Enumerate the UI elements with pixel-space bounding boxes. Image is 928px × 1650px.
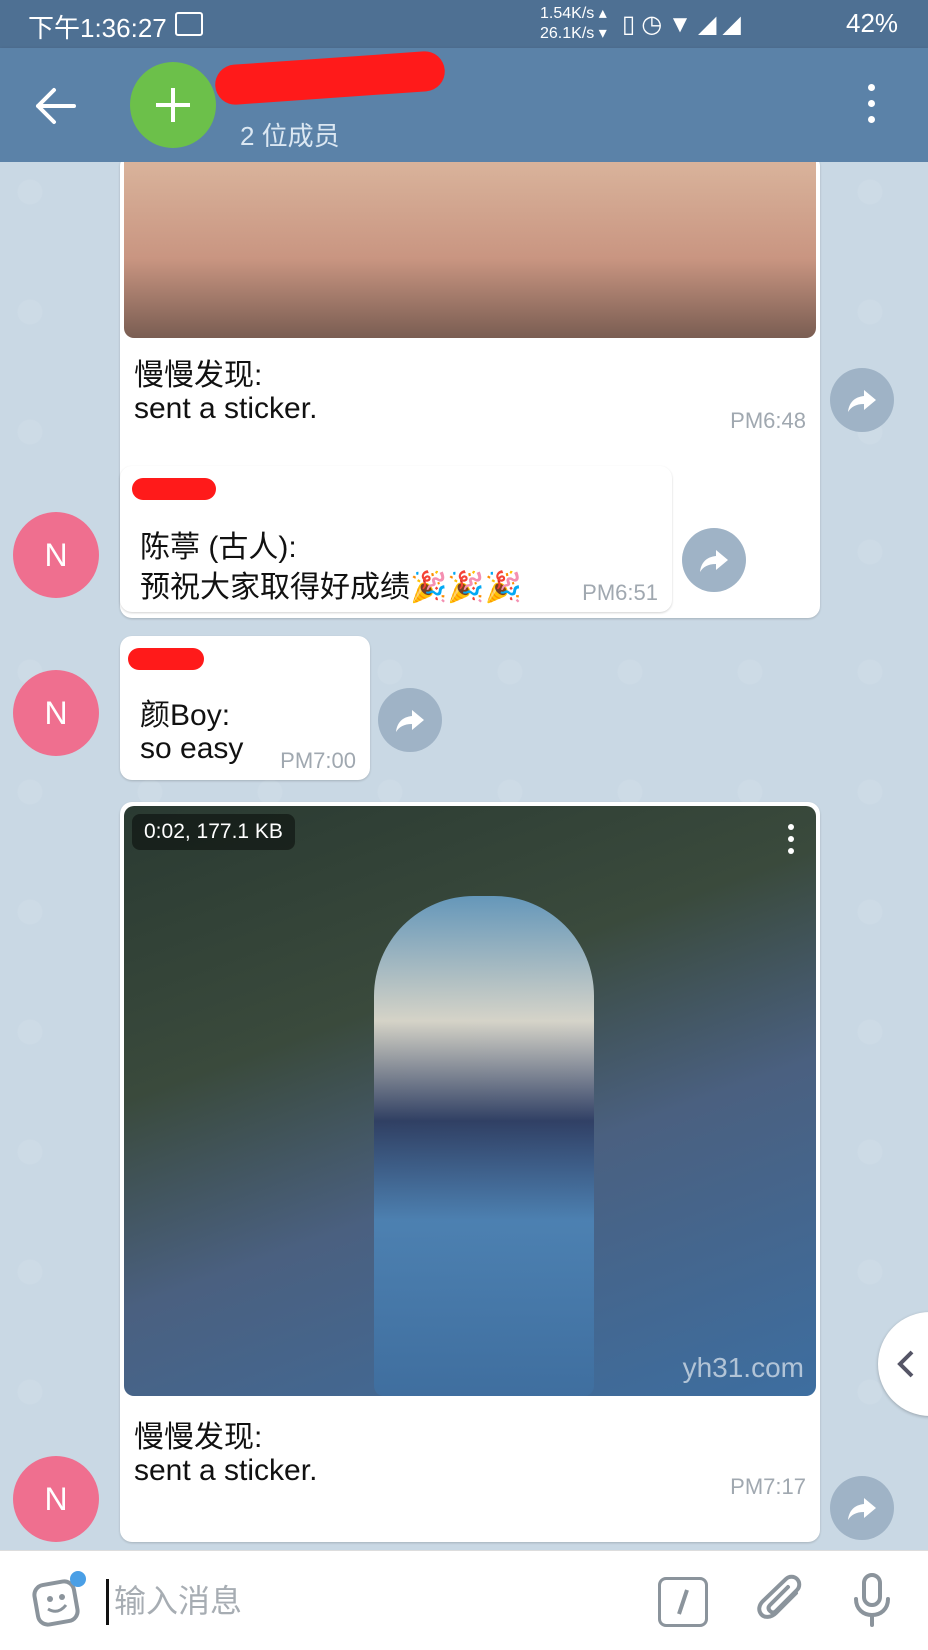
message-sender: 颜Boy: xyxy=(140,699,231,732)
avatar[interactable]: N xyxy=(13,512,99,598)
forward-button[interactable] xyxy=(830,368,894,432)
dot-icon xyxy=(788,848,794,854)
signal-icon: ◢◢ xyxy=(697,11,747,38)
dot-icon xyxy=(788,836,794,842)
system-icons: ▯◷▼◢◢ xyxy=(622,10,747,39)
watermark: yh31.com xyxy=(682,1352,804,1383)
message-sender: 慢慢发现: xyxy=(134,359,263,392)
video-sticker[interactable]: 0:02, 177.1 KB yh31.com xyxy=(124,806,816,1396)
message-time: PM6:48 xyxy=(730,408,806,433)
video-content xyxy=(374,896,594,1396)
message-time: PM7:17 xyxy=(730,1474,806,1499)
group-avatar[interactable] xyxy=(130,62,216,148)
share-icon xyxy=(848,390,876,412)
network-speed: 1.54K/s ▴ 26.1K/s ▾ xyxy=(540,4,607,44)
share-icon xyxy=(396,710,424,732)
video-info-badge: 0:02, 177.1 KB xyxy=(132,814,295,850)
gallery-icon xyxy=(175,12,203,36)
dot-icon xyxy=(868,116,875,123)
net-up: 1.54K/s ▴ xyxy=(540,5,607,22)
redaction-mark xyxy=(132,478,216,500)
chevron-left-icon xyxy=(897,1350,914,1378)
message-text: sent a sticker. xyxy=(134,392,318,425)
message-text: sent a sticker. xyxy=(134,1454,318,1487)
video-menu-button[interactable] xyxy=(788,824,796,860)
forward-button[interactable] xyxy=(378,688,442,752)
slash-command-icon xyxy=(677,1589,689,1615)
message-sender: 陈葶 (古人): xyxy=(140,531,297,564)
status-bar: 下午1:36:27 1.54K/s ▴ 26.1K/s ▾ ▯◷▼◢◢ 42% xyxy=(0,0,928,48)
message-text: so easy xyxy=(140,732,244,765)
overflow-menu-button[interactable] xyxy=(868,84,878,128)
attach-button[interactable] xyxy=(756,1573,808,1634)
voice-record-button[interactable] xyxy=(852,1571,892,1634)
bot-command-button[interactable] xyxy=(658,1577,708,1627)
sticker-button[interactable] xyxy=(32,1571,86,1627)
forward-button[interactable] xyxy=(830,1476,894,1540)
message-bubble[interactable]: 颜Boy: so easy PM7:00 xyxy=(120,636,370,780)
back-button[interactable] xyxy=(34,86,78,126)
redaction-mark xyxy=(213,50,447,106)
notification-dot xyxy=(70,1571,86,1587)
battery-level: 42% xyxy=(846,8,899,38)
dot-icon xyxy=(868,84,875,91)
avatar[interactable]: N xyxy=(13,1456,99,1542)
vibrate-icon: ▯ xyxy=(622,11,642,38)
paperclip-icon xyxy=(757,1574,802,1619)
message-time: PM6:51 xyxy=(582,580,658,605)
forward-button[interactable] xyxy=(682,528,746,592)
message-time: PM7:00 xyxy=(280,748,356,773)
microphone-icon xyxy=(854,1573,890,1627)
share-icon xyxy=(700,550,728,572)
share-icon xyxy=(848,1498,876,1520)
member-count: 2 位成员 xyxy=(240,121,340,151)
dot-icon xyxy=(868,100,875,107)
avatar[interactable]: N xyxy=(13,670,99,756)
message-list[interactable]: 慢慢发现: sent a sticker. PM6:48 N 陈葶 (古人): … xyxy=(0,162,928,1550)
message-input[interactable] xyxy=(112,1573,636,1629)
net-down: 26.1K/s ▾ xyxy=(540,25,607,42)
sticker-image[interactable] xyxy=(124,162,816,338)
composer xyxy=(0,1550,928,1650)
alarm-icon: ◷ xyxy=(641,11,669,38)
wifi-icon: ▼ xyxy=(668,11,698,38)
dot-icon xyxy=(788,824,794,830)
message-sender: 慢慢发现: xyxy=(134,1421,263,1454)
arrow-back-icon xyxy=(36,88,76,124)
text-cursor xyxy=(106,1579,109,1625)
redaction-mark xyxy=(128,648,204,670)
message-bubble[interactable]: 陈葶 (古人): 预祝大家取得好成绩🎉🎉🎉 PM6:51 xyxy=(120,466,672,612)
status-time: 下午1:36:27 xyxy=(28,13,167,43)
message-text: 预祝大家取得好成绩🎉🎉🎉 xyxy=(140,571,523,604)
chat-header: 2 位成员 xyxy=(0,48,928,162)
